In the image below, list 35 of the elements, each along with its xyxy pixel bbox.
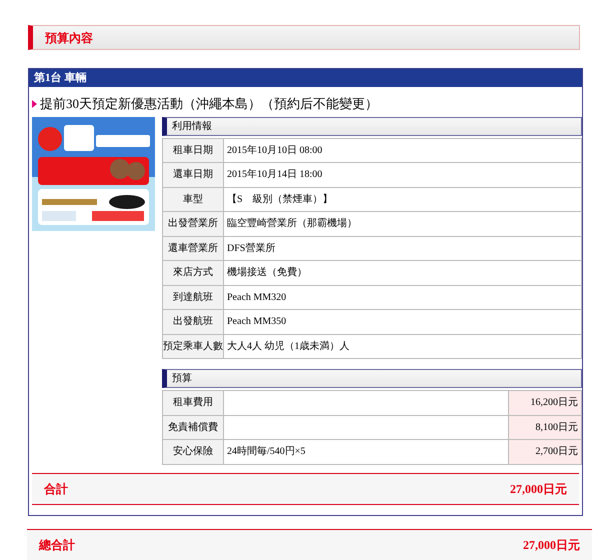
row-label: 免責補償費 (162, 415, 224, 440)
row-label: 車型 (162, 187, 224, 212)
row-label: 到達航班 (162, 285, 224, 310)
row-value: DFS營業所 (224, 236, 582, 260)
row-value: 大人4人 幼児（1歳未満）人 (224, 334, 582, 358)
grand-total-amount: 27,000日元 (523, 536, 580, 554)
row-label: 來店方式 (162, 260, 224, 285)
row-amount: 8,100日元 (508, 415, 582, 440)
row-amount: 2,700日元 (508, 440, 582, 464)
row-label: 出發航班 (162, 310, 224, 334)
row-label: 安心保險 (162, 440, 224, 464)
triangle-icon (32, 100, 37, 108)
plan-title: 提前30天預定新優惠活動（沖繩本島）（預約后不能變更） (40, 95, 378, 113)
grand-total-label: 總合計 (39, 536, 75, 554)
row-value: 2015年10月10日 08:00 (224, 138, 582, 162)
row-label: 出發營業所 (162, 212, 224, 236)
row-detail: 24時間毎/540円×5 (224, 440, 508, 464)
subtotal-label: 合計 (44, 480, 68, 498)
row-value: 2015年10月14日 18:00 (224, 162, 582, 187)
row-value: Peach MM350 (224, 310, 582, 334)
budget-title: 預算 (172, 372, 192, 386)
row-value: 【S 級別（禁煙車）】 (224, 187, 582, 212)
row-value: 臨空豐崎營業所（那霸機場） (224, 212, 582, 236)
row-value: Peach MM320 (224, 285, 582, 310)
row-amount: 16,200日元 (508, 390, 582, 415)
row-label: 租車日期 (162, 138, 224, 162)
row-label: 還車營業所 (162, 236, 224, 260)
row-label: 租車費用 (162, 390, 224, 415)
row-value: 機場接送（免費） (224, 260, 582, 285)
row-label: 預定乘車人數 (162, 334, 224, 358)
row-label: 還車日期 (162, 162, 224, 187)
usage-info-title: 利用情報 (172, 120, 212, 134)
subtotal-amount: 27,000日元 (510, 480, 567, 498)
section-title: 預算內容 (45, 30, 93, 46)
vehicle-header: 第1台 車輛 (34, 70, 86, 86)
